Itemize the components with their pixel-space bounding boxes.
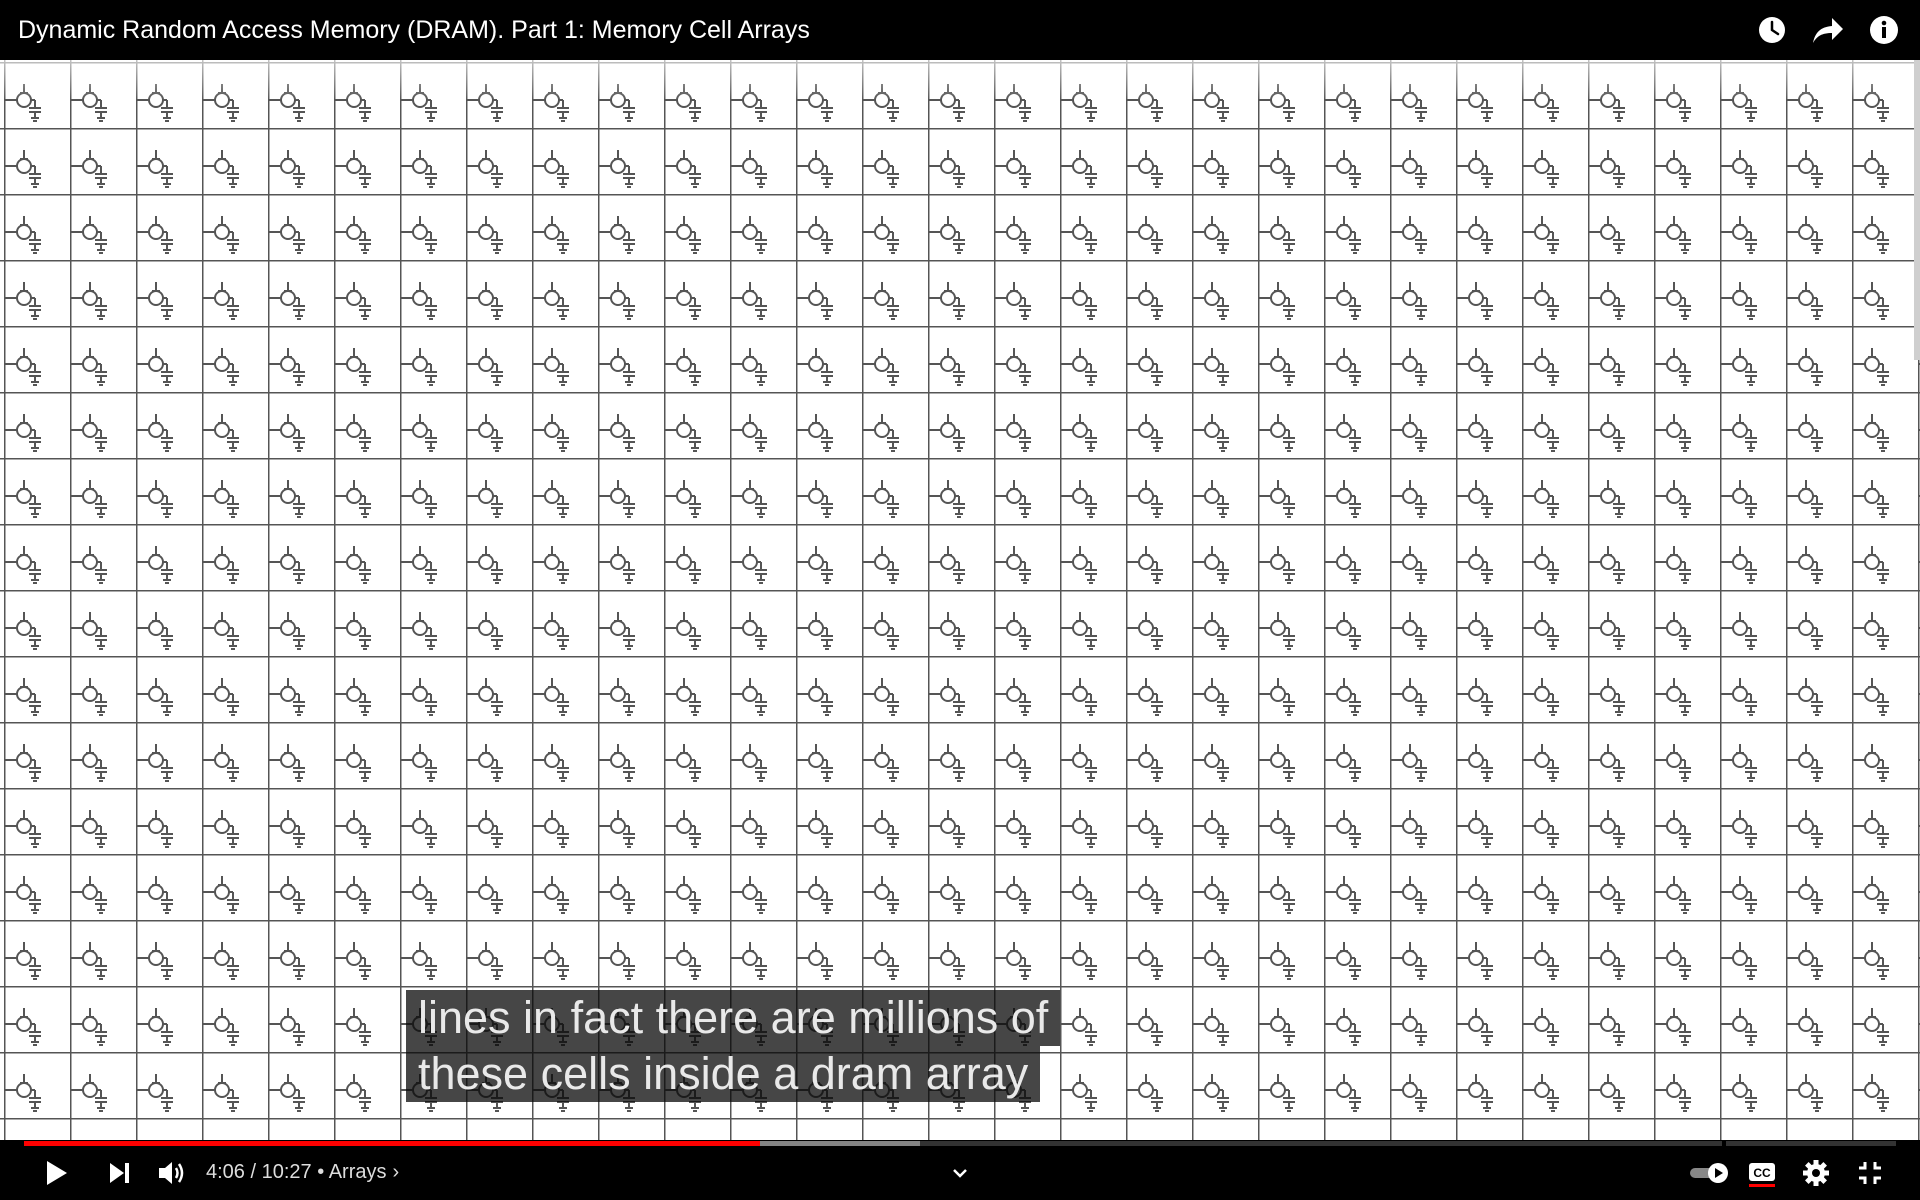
exit-fullscreen-icon [1859, 1162, 1881, 1184]
mute-button[interactable] [152, 1156, 192, 1190]
chapter-prefix: • [311, 1161, 329, 1183]
progress-played [24, 1141, 760, 1146]
exit-fullscreen-button[interactable] [1850, 1156, 1890, 1190]
settings-icon [1803, 1160, 1829, 1186]
settings-button[interactable] [1796, 1156, 1836, 1190]
chevron-down-icon [953, 1169, 967, 1178]
next-button[interactable] [100, 1156, 140, 1190]
play-button[interactable] [36, 1156, 76, 1190]
volume-icon [159, 1162, 184, 1184]
info-icon[interactable] [1868, 14, 1900, 46]
chapter-title[interactable]: Arrays [329, 1161, 387, 1183]
caption-line-2: these cells inside a dram array [406, 1046, 1041, 1102]
caption-window: lines in fact there are millions of thes… [406, 990, 1061, 1102]
chapter-chevron[interactable]: › [392, 1161, 399, 1183]
captions-icon: CC [1749, 1163, 1775, 1187]
progress-bar[interactable] [24, 1141, 1896, 1147]
svg-text:CC: CC [1753, 1166, 1771, 1180]
duration: 10:27 [261, 1161, 312, 1183]
autoplay-toggle[interactable] [1686, 1156, 1734, 1190]
play-icon [47, 1161, 67, 1185]
autoplay-toggle-icon [1690, 1163, 1728, 1183]
top-bar: Dynamic Random Access Memory (DRAM). Par… [0, 0, 1920, 60]
next-icon [110, 1163, 129, 1183]
chapter-segment [1726, 1141, 1896, 1146]
share-icon[interactable] [1812, 14, 1844, 46]
controls: 4:06 / 10:27 • Arrays › CC [0, 1150, 1920, 1196]
video-title[interactable]: Dynamic Random Access Memory (DRAM). Par… [18, 16, 810, 45]
time-display: 4:06 / 10:27 • Arrays › [206, 1161, 399, 1184]
watch-later-icon[interactable] [1756, 14, 1788, 46]
captions-button[interactable]: CC [1742, 1156, 1782, 1190]
time-separator: / [244, 1161, 262, 1183]
caption-line-1: lines in fact there are millions of [406, 990, 1061, 1046]
scrollbar[interactable] [1914, 60, 1920, 360]
expand-chapters-button[interactable] [940, 1156, 980, 1190]
current-time: 4:06 [206, 1161, 245, 1183]
